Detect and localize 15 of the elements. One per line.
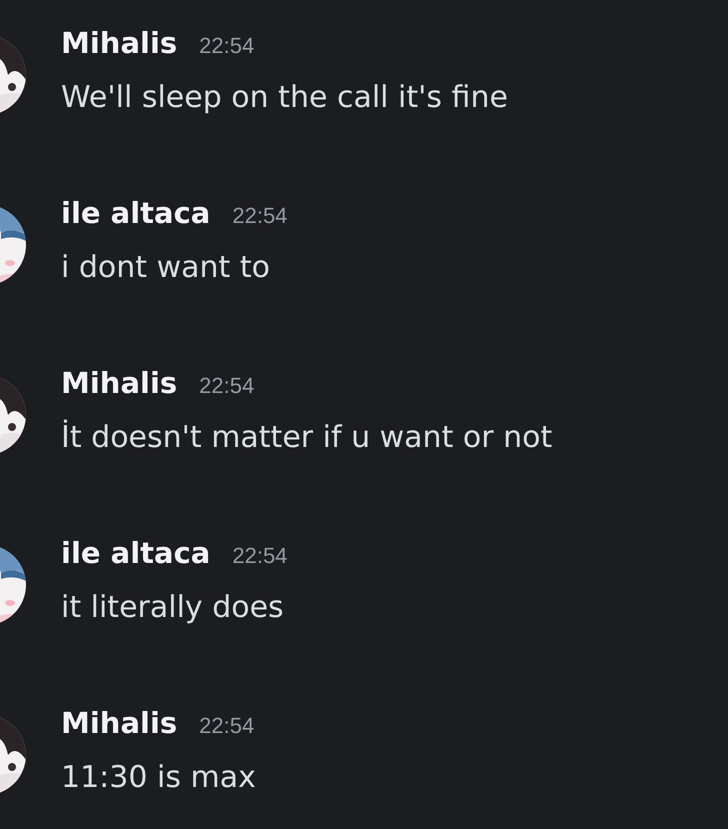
timestamp: 22:54 [232,203,288,229]
timestamp: 22:54 [199,713,254,739]
username[interactable]: Mihalis [61,26,178,60]
username[interactable]: ile altaca [61,536,210,570]
username[interactable]: ile altaca [61,196,210,230]
message-text: We'll sleep on the call it's fine [61,80,508,115]
message-text: it literally does [61,590,285,625]
timestamp: 22:54 [232,543,288,569]
username[interactable]: Mihalis [61,366,178,400]
timestamp: 22:54 [199,33,254,59]
message-text: 11:30 is max [61,760,256,795]
timestamp: 22:54 [199,373,254,399]
message-text: İt doesn't matter if u want or not [61,420,552,455]
message-text: i dont want to [61,250,271,285]
username[interactable]: Mihalis [61,706,178,740]
